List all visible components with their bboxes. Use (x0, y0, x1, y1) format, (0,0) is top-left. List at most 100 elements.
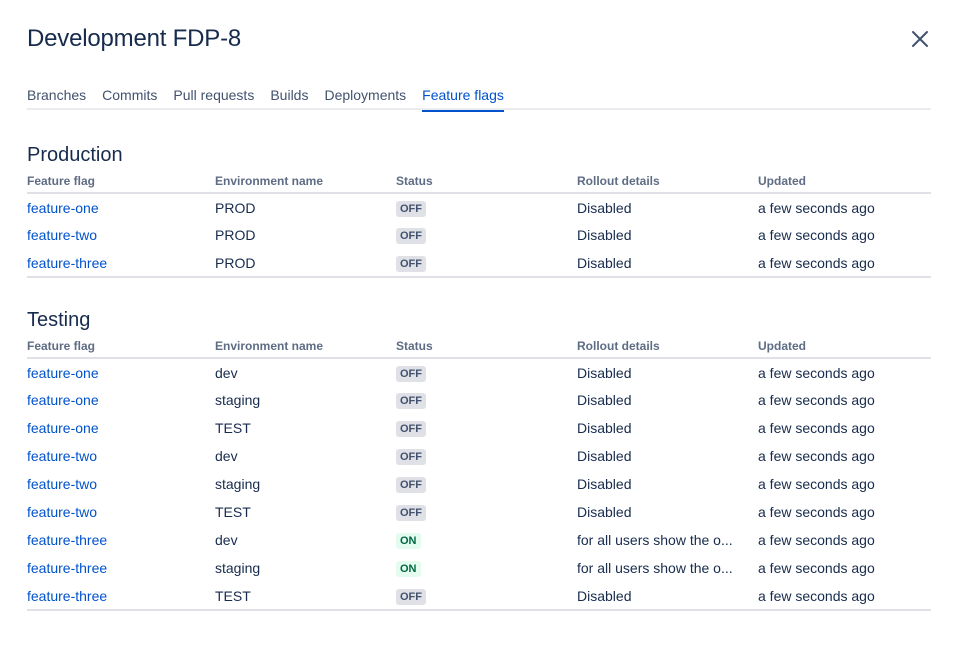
environment-cell: staging (215, 560, 261, 576)
section-title-production: Production (27, 144, 123, 166)
tab-pull-requests[interactable]: Pull requests (165, 80, 262, 110)
dialog-title: Development FDP-8 (27, 25, 242, 52)
status-badge: OFF (396, 505, 426, 521)
rollout-cell: for all users show the o... (577, 532, 733, 548)
updated-cell: a few seconds ago (758, 476, 875, 492)
feature-flag-link[interactable]: feature-one (27, 420, 99, 436)
status-badge: OFF (396, 255, 426, 272)
feature-flag-link[interactable]: feature-one (27, 392, 99, 408)
environment-cell: dev (215, 364, 238, 381)
feature-flag-link[interactable]: feature-two (27, 448, 97, 464)
close-button[interactable] (908, 27, 932, 51)
column-header-rollout[interactable]: Rollout details (577, 334, 758, 359)
feature-flag-link[interactable]: feature-three (27, 560, 107, 576)
environment-cell: PROD (215, 227, 256, 243)
tab-bar: Branches Commits Pull requests Builds De… (27, 80, 931, 112)
tab-commits[interactable]: Commits (94, 80, 165, 110)
status-badge: OFF (396, 421, 426, 437)
feature-flag-link[interactable]: feature-two (27, 504, 97, 520)
updated-cell: a few seconds ago (758, 587, 875, 604)
column-header-status[interactable]: Status (396, 169, 577, 194)
tab-builds[interactable]: Builds (262, 80, 316, 110)
environment-cell: PROD (215, 254, 256, 271)
table-row: feature-one dev OFF Disabled a few seconds a… (27, 358, 931, 386)
updated-cell: a few seconds ago (758, 199, 875, 216)
table-header-row: Feature flag Environment name Status Rol… (27, 334, 931, 359)
column-header-status[interactable]: Status (396, 334, 577, 359)
feature-flag-cell: feature-one (27, 193, 215, 221)
table-header-row: Feature flag Environment name Status Rol… (27, 169, 931, 194)
column-header-rollout[interactable]: Rollout details (577, 169, 758, 194)
status-badge: OFF (396, 200, 426, 217)
environment-cell: staging (215, 392, 261, 408)
status-badge: ON (396, 561, 421, 577)
rollout-cell: Disabled (577, 420, 632, 436)
status-cell: ON (396, 526, 577, 554)
rollout-cell: Disabled (577, 364, 632, 381)
environment-cell: staging (215, 476, 261, 492)
feature-flag-link[interactable]: feature-two (27, 476, 97, 492)
feature-flag-cell: feature-two (27, 442, 215, 470)
testing-table: Feature flag Environment name Status Rol… (27, 334, 931, 611)
feature-flag-link[interactable]: feature-one (27, 365, 99, 381)
tab-branches[interactable]: Branches (27, 80, 94, 110)
status-badge: OFF (396, 393, 426, 409)
table-row: feature-two staging OFF Disabled a few secon… (27, 470, 931, 498)
column-header-updated[interactable]: Updated (758, 169, 931, 194)
feature-flag-link[interactable]: feature-two (27, 227, 97, 243)
status-badge: OFF (396, 588, 426, 605)
status-badge: OFF (396, 477, 426, 493)
table-row: feature-three TEST OFF Disabled a few second… (27, 582, 931, 610)
environment-cell: TEST (215, 504, 251, 520)
table-row: feature-two TEST OFF Disabled a few seconds … (27, 498, 931, 526)
rollout-cell: Disabled (577, 199, 632, 216)
rollout-cell: Disabled (577, 504, 632, 520)
feature-flag-link[interactable]: feature-three (27, 255, 107, 271)
status-badge: OFF (396, 228, 426, 244)
status-badge: OFF (396, 449, 426, 465)
updated-cell: a few seconds ago (758, 532, 875, 548)
table-row: feature-one TEST OFF Disabled a few seconds … (27, 414, 931, 442)
status-cell: OFF (396, 414, 577, 442)
column-header-environment[interactable]: Environment name (215, 169, 396, 194)
feature-flag-link[interactable]: feature-three (27, 532, 107, 548)
feature-flag-link[interactable]: feature-one (27, 200, 99, 216)
environment-cell: TEST (215, 587, 251, 604)
feature-flag-cell: feature-one (27, 358, 215, 386)
rollout-cell: Disabled (577, 392, 632, 408)
status-cell: ON (396, 554, 577, 582)
feature-flag-cell: feature-three (27, 582, 215, 610)
production-section: Production Feature flag Environment name… (27, 141, 931, 278)
environment-cell: dev (215, 448, 238, 464)
feature-flag-cell: feature-one (27, 414, 215, 442)
status-badge: ON (396, 533, 421, 549)
tab-deployments[interactable]: Deployments (316, 80, 414, 110)
table-row: feature-three staging ON for all users show… (27, 554, 931, 582)
column-header-feature-flag[interactable]: Feature flag (27, 169, 215, 194)
column-header-environment[interactable]: Environment name (215, 334, 396, 359)
updated-cell: a few seconds ago (758, 504, 875, 520)
rollout-cell: Disabled (577, 587, 632, 604)
status-cell: OFF (396, 470, 577, 498)
status-cell: OFF (396, 498, 577, 526)
environment-cell: dev (215, 532, 238, 548)
updated-cell: a few seconds ago (758, 392, 875, 408)
tab-feature-flags[interactable]: Feature flags (414, 80, 512, 112)
column-header-feature-flag[interactable]: Feature flag (27, 334, 215, 359)
status-cell: OFF (396, 442, 577, 470)
feature-flag-cell: feature-three (27, 249, 215, 277)
updated-cell: a few seconds ago (758, 364, 875, 381)
rollout-cell: Disabled (577, 227, 632, 243)
table-row: feature-one PROD OFF Disabled a few seconds … (27, 193, 931, 221)
feature-flags-dialog: Development FDP-8 Branches Commits Pull … (0, 0, 955, 655)
updated-cell: a few seconds ago (758, 448, 875, 464)
production-table: Feature flag Environment name Status Rol… (27, 169, 931, 278)
rollout-cell: for all users show the o... (577, 560, 733, 576)
rollout-cell: Disabled (577, 476, 632, 492)
feature-flag-link[interactable]: feature-three (27, 588, 107, 604)
table-row: feature-three PROD OFF Disabled a few second… (27, 249, 931, 277)
status-cell: OFF (396, 358, 577, 386)
column-header-updated[interactable]: Updated (758, 334, 931, 359)
table-row: feature-two PROD OFF Disabled a few seconds … (27, 221, 931, 249)
rollout-cell: Disabled (577, 448, 632, 464)
